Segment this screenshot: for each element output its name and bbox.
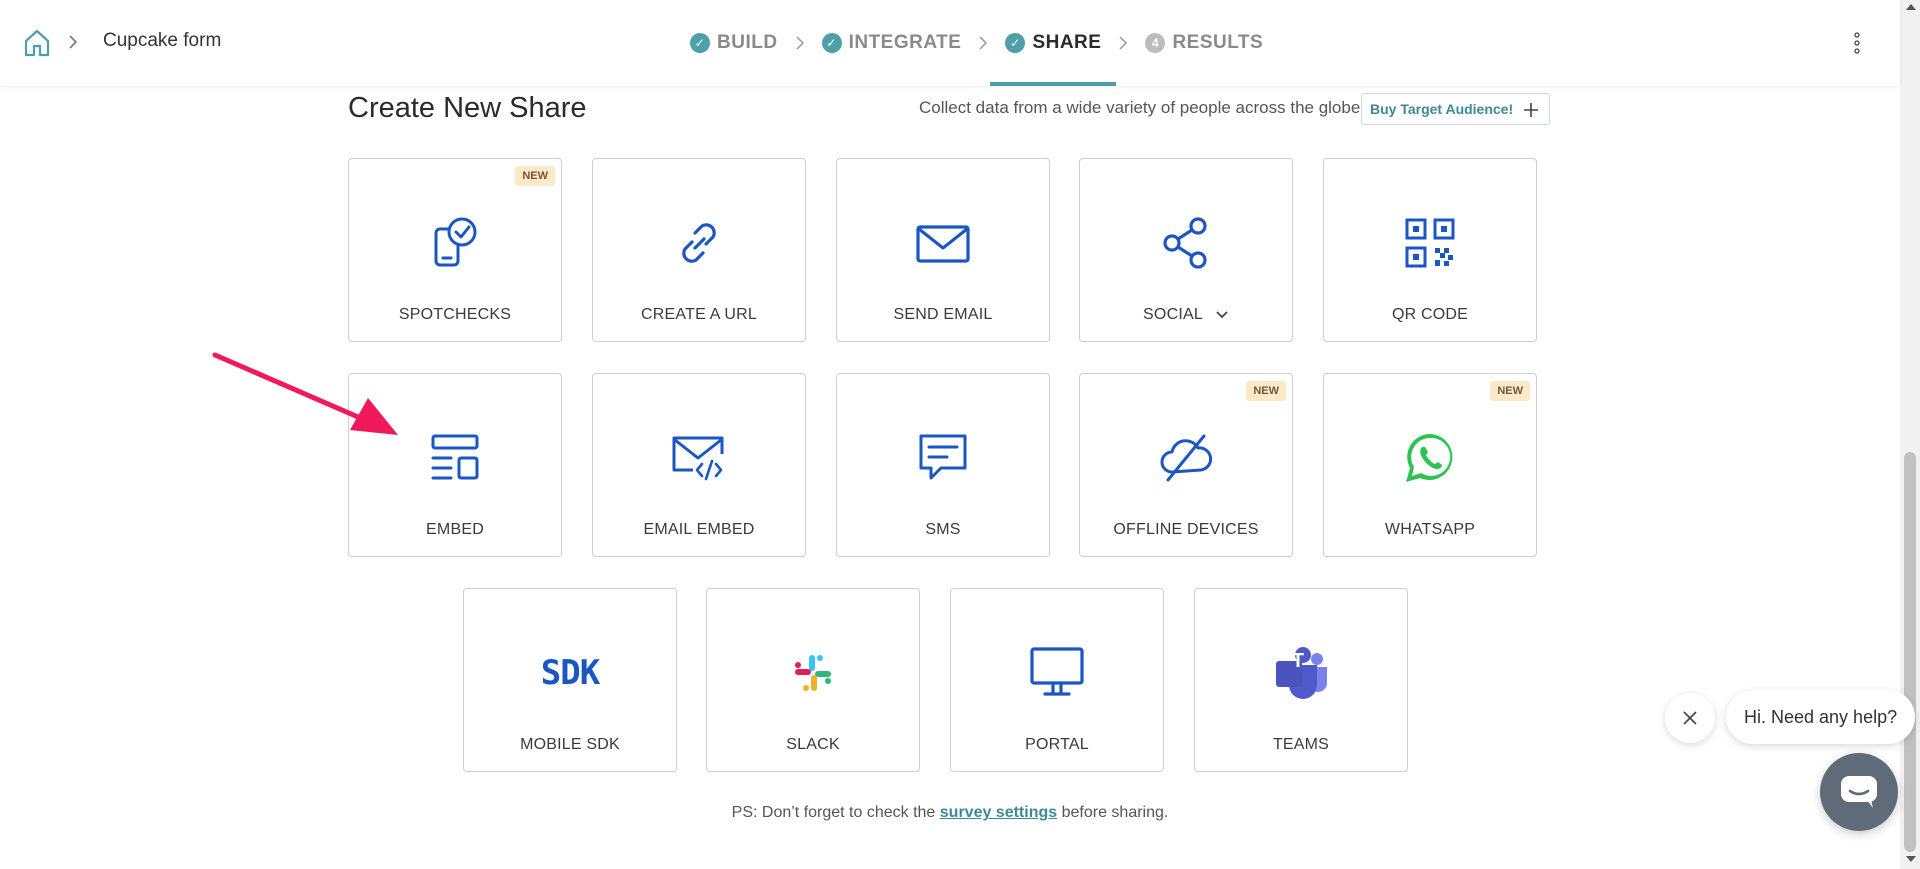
page-title: Create New Share <box>348 92 587 124</box>
step-results-label: RESULTS <box>1172 32 1264 53</box>
footer-note-prefix: PS: Don’t forget to check the <box>731 804 940 821</box>
chat-greeting-bubble[interactable]: Hi. Need any help? <box>1726 690 1916 744</box>
social-label-row: SOCIAL <box>1080 306 1292 324</box>
chevron-right-icon <box>979 36 988 50</box>
check-icon: ✓ <box>1005 33 1026 53</box>
step-build-label: BUILD <box>717 32 778 53</box>
chevron-right-icon <box>69 35 78 49</box>
mobile-sdk-label: MOBILE SDK <box>520 736 620 753</box>
email-icon <box>916 225 970 263</box>
buy-target-audience-label: Buy Target Audience! <box>1370 101 1514 117</box>
more-options-icon[interactable] <box>1852 30 1862 56</box>
step-integrate-label: INTEGRATE <box>848 32 962 53</box>
buy-target-audience-button[interactable]: Buy Target Audience! <box>1361 93 1551 125</box>
sdk-icon: SDK <box>530 645 610 701</box>
spotchecks-icon <box>434 217 477 267</box>
share-card-portal[interactable]: PORTAL <box>950 588 1164 772</box>
portal-label: PORTAL <box>1025 736 1089 753</box>
share-nodes-icon <box>1163 217 1207 269</box>
qr-code-label: QR CODE <box>1391 306 1469 323</box>
chevron-right-icon <box>1119 36 1128 50</box>
chat-greeting-text: Hi. Need any help? <box>1744 706 1898 727</box>
scrollbar-thumb[interactable] <box>1904 452 1916 852</box>
whatsapp-icon <box>1406 434 1453 482</box>
share-card-spotchecks[interactable]: NEW SPOTCHECKS <box>348 158 562 342</box>
new-badge: NEW <box>1490 381 1530 401</box>
share-card-email-embed[interactable]: EMAIL EMBED <box>592 373 806 557</box>
share-card-create-url[interactable]: CREATE A URL <box>592 158 806 342</box>
share-card-sms[interactable]: SMS <box>836 373 1050 557</box>
chat-icon <box>1841 776 1877 808</box>
spotchecks-label: SPOTCHECKS <box>398 306 512 323</box>
new-badge: NEW <box>515 166 555 186</box>
form-title[interactable]: Cupcake form <box>103 30 221 52</box>
slack-icon <box>795 655 831 691</box>
footer-note-suffix: before sharing. <box>1057 804 1169 821</box>
step-share-label: SHARE <box>1032 32 1102 53</box>
step-share[interactable]: ✓ SHARE <box>990 0 1117 86</box>
email-embed-label: EMAIL EMBED <box>643 521 755 538</box>
monitor-icon <box>1030 647 1084 696</box>
close-icon <box>1683 711 1697 725</box>
footer-note: PS: Don’t forget to check the survey set… <box>0 804 1900 822</box>
offline-devices-label: OFFLINE DEVICES <box>1113 521 1259 538</box>
share-card-qr-code[interactable]: QR CODE <box>1323 158 1537 342</box>
wizard-steps: ✓ BUILD ✓ INTEGRATE ✓ SHARE 4 RESULTS <box>690 0 1263 86</box>
survey-settings-link[interactable]: survey settings <box>940 804 1057 821</box>
home-icon[interactable] <box>22 28 52 58</box>
chevron-down-icon[interactable] <box>1215 310 1229 320</box>
message-icon <box>919 434 967 480</box>
top-bar: Cupcake form ✓ BUILD ✓ INTEGRATE ✓ SHARE… <box>0 0 1900 86</box>
step-integrate[interactable]: ✓ INTEGRATE <box>821 0 962 86</box>
cloud-off-icon <box>1160 434 1213 482</box>
step-build[interactable]: ✓ BUILD <box>690 0 778 86</box>
share-card-offline-devices[interactable]: NEW OFFLINE DEVICES <box>1079 373 1293 557</box>
annotation-arrow <box>212 352 398 435</box>
qr-code-icon <box>1405 218 1455 268</box>
check-icon: ✓ <box>690 33 710 53</box>
scroll-down-arrow[interactable] <box>1906 856 1916 862</box>
sdk-icon-text: SDK <box>540 653 600 693</box>
link-icon <box>682 223 716 263</box>
chat-close-button[interactable] <box>1665 693 1715 743</box>
embed-icon <box>431 434 479 480</box>
create-url-label: CREATE A URL <box>641 306 757 323</box>
teams-icon-letter: T <box>1291 650 1305 672</box>
share-card-social[interactable]: SOCIAL <box>1079 158 1293 342</box>
scroll-up-arrow[interactable] <box>1906 4 1916 10</box>
step-number-badge: 4 <box>1145 33 1166 53</box>
embed-label: EMBED <box>426 521 484 538</box>
plus-icon <box>1524 103 1539 117</box>
slack-label: SLACK <box>786 736 840 753</box>
chat-launcher-button[interactable] <box>1820 753 1898 831</box>
share-card-mobile-sdk[interactable]: SDK MOBILE SDK <box>463 588 677 772</box>
chevron-right-icon <box>796 36 804 50</box>
check-icon: ✓ <box>821 33 842 53</box>
whatsapp-label: WHATSAPP <box>1384 521 1476 538</box>
collect-data-text: Collect data from a wide variety of peop… <box>919 98 1361 117</box>
social-label: SOCIAL <box>1143 306 1203 323</box>
share-card-whatsapp[interactable]: NEW WHATSAPP <box>1323 373 1537 557</box>
sms-label: SMS <box>925 521 961 538</box>
share-card-slack[interactable]: SLACK <box>706 588 920 772</box>
email-code-icon <box>672 436 724 481</box>
send-email-label: SEND EMAIL <box>893 306 993 323</box>
share-card-send-email[interactable]: SEND EMAIL <box>836 158 1050 342</box>
new-badge: NEW <box>1246 381 1286 401</box>
step-results[interactable]: 4 RESULTS <box>1145 0 1263 86</box>
teams-label: TEAMS <box>1272 736 1330 753</box>
share-card-teams[interactable]: T TEAMS <box>1194 588 1408 772</box>
